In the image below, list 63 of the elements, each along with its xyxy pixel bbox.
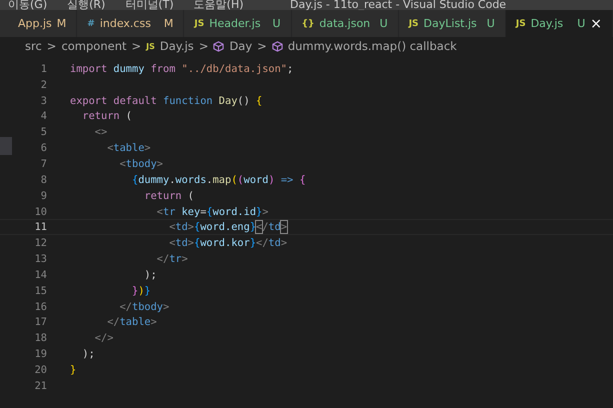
breadcrumb-item[interactable]: dummy.words.map() callback [288, 39, 457, 53]
menu-item[interactable]: 이동(G) [8, 0, 48, 10]
line-number: 15 [34, 284, 47, 297]
line-number: 5 [40, 126, 47, 138]
chevron-icon: > [132, 39, 142, 53]
line-number: 3 [40, 94, 47, 107]
code-line: {dummy.words.map((word) => { [130, 174, 306, 186]
line-number: 1 [40, 62, 47, 75]
chevron-icon: > [46, 39, 56, 53]
line-number: 21 [34, 380, 47, 392]
breadcrumb-item[interactable]: Day [229, 39, 252, 53]
editor-tab[interactable]: # index.css M [77, 10, 184, 37]
line-number: 8 [40, 174, 47, 186]
chevron-icon: > [257, 39, 267, 53]
line-number: 18 [34, 332, 47, 344]
chevron-icon: > [198, 39, 208, 53]
code-line: } [70, 364, 76, 376]
line-number: 11 [34, 221, 47, 234]
line-number: 2 [40, 78, 47, 91]
line-number: 12 [34, 237, 47, 250]
code-line: <> [94, 126, 108, 138]
code-line: </> [94, 332, 114, 344]
code-line: <td>{word.kor}</td> [168, 237, 288, 250]
line-number: 6 [40, 142, 47, 154]
line-number: 10 [34, 206, 47, 218]
gutter-marker [0, 137, 12, 155]
line-number: 9 [40, 190, 47, 202]
editor-tab[interactable]: JS Day.js U × [506, 10, 613, 37]
breadcrumb-item[interactable]: Day.js [160, 39, 194, 53]
line-number: 19 [34, 348, 47, 360]
line-number: 16 [34, 300, 47, 313]
code-line: return ( [81, 110, 132, 122]
menu-item[interactable]: 터미널(T) [125, 0, 174, 10]
line-number: 7 [40, 158, 47, 170]
code-line: export default function Day() { [70, 94, 262, 107]
line-number: 4 [40, 110, 47, 122]
code-line: </table> [106, 316, 157, 328]
breadcrumb-item[interactable]: src [25, 39, 42, 53]
code-line: </tr> [156, 253, 188, 266]
editor-tab[interactable]: App.js M [0, 10, 78, 37]
code-line: return ( [143, 190, 194, 202]
editor-tab[interactable]: JS Header.js U [184, 10, 292, 37]
code-line: import dummy from "../db/data.json"; [70, 62, 294, 75]
menu-item[interactable]: 실행(R) [67, 0, 106, 10]
code-line: <tr key={word.id}> [156, 206, 268, 218]
line-number: 17 [34, 316, 47, 328]
code-line: <tbody> [118, 158, 163, 170]
menu-item[interactable]: 도움말(H) [194, 0, 244, 10]
code-line: })} [130, 284, 151, 297]
editor-tab[interactable]: {} data.json U [292, 10, 399, 37]
code-line: ); [81, 348, 95, 360]
editor-tab[interactable]: JS DayList.js U [398, 10, 506, 37]
code-line: <table> [106, 142, 151, 154]
code-line: </tbody> [118, 300, 170, 313]
line-number: 14 [34, 268, 47, 281]
cube-icon [213, 40, 224, 52]
line-number: 20 [34, 364, 47, 376]
breadcrumb-item[interactable]: component [61, 39, 126, 53]
code-line: ); [143, 268, 157, 281]
line-number: 13 [34, 253, 47, 266]
code-line: <td>{word.eng}</td> [168, 221, 288, 234]
js-file-icon: JS [146, 42, 155, 50]
cube-icon [272, 40, 283, 52]
